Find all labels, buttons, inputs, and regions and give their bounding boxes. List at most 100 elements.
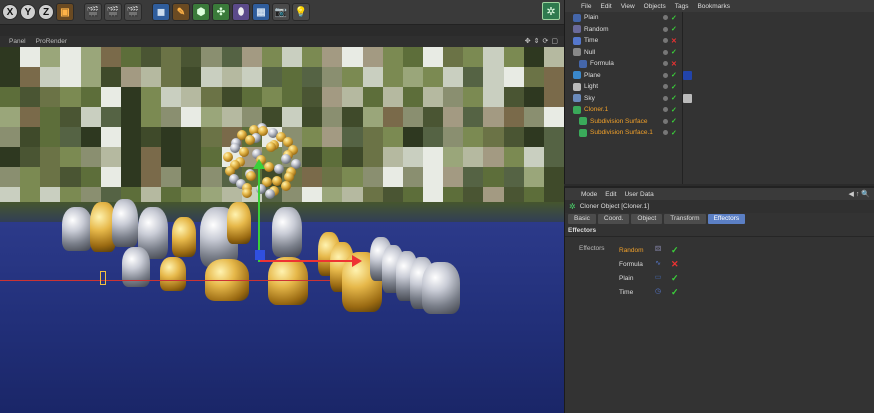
object-row-label: Plane <box>584 71 601 79</box>
pen-icon[interactable]: ✎ <box>172 3 190 21</box>
move-view-icon[interactable]: ✥ <box>525 37 531 45</box>
rotate-view-icon[interactable]: ⟳ <box>543 37 549 45</box>
enabled-check-icon[interactable]: ✓ <box>671 83 677 91</box>
visibility-dot-icon[interactable] <box>663 49 668 55</box>
effectors-list[interactable]: Random ⚄ ✓ Formula ∿ ✕ Plain ▭ ✓ Time ◷ ✓ <box>619 243 819 303</box>
am-menu-user-data[interactable]: User Data <box>624 191 653 198</box>
cloned-sphere <box>274 163 285 174</box>
object-row[interactable]: Cloner.1 ✓ <box>565 104 874 116</box>
am-menu-mode[interactable]: Mode <box>581 191 597 198</box>
visibility-dot-icon[interactable] <box>663 72 668 78</box>
tab-basic[interactable]: Basic <box>568 214 596 224</box>
zoom-view-icon[interactable]: ⇕ <box>534 37 540 45</box>
effector-enabled-check-icon[interactable]: ✓ <box>671 245 679 256</box>
effector-enabled-check-icon[interactable]: ✓ <box>671 287 679 298</box>
object-row[interactable]: Time ✕ <box>565 35 874 47</box>
deformer-icon[interactable]: ⬮ <box>232 3 250 21</box>
x-axis-toggle-button[interactable]: X <box>2 4 18 20</box>
effector-row[interactable]: Formula ∿ ✕ <box>619 257 819 271</box>
enabled-check-icon[interactable]: ✓ <box>671 117 677 125</box>
object-type-icon <box>573 105 581 114</box>
panel-menu[interactable]: Panel <box>9 38 26 45</box>
object-type-icon <box>579 128 587 137</box>
y-axis-arrow-icon[interactable] <box>253 159 265 169</box>
object-row[interactable]: Light ✓ <box>565 81 874 93</box>
object-row[interactable]: Formula ✕ <box>565 58 874 70</box>
effector-row[interactable]: Time ◷ ✓ <box>619 285 819 299</box>
om-menu-edit[interactable]: Edit <box>600 3 611 10</box>
effector-row[interactable]: Plain ▭ ✓ <box>619 271 819 285</box>
effector-enabled-check-icon[interactable]: ✓ <box>671 273 679 284</box>
object-row[interactable]: Sky ✓ <box>565 93 874 105</box>
object-row[interactable]: Subdivision Surface.1 ✓ <box>565 127 874 139</box>
visibility-dot-icon[interactable] <box>663 38 668 44</box>
y-axis-toggle-button[interactable]: Y <box>20 4 36 20</box>
render-picture-queue-icon[interactable]: 🎬 <box>104 3 122 21</box>
tab-object[interactable]: Object <box>631 214 663 224</box>
enabled-check-icon[interactable]: ✓ <box>671 71 677 79</box>
enabled-check-icon[interactable]: ✓ <box>671 14 677 22</box>
z-axis-toggle-button[interactable]: Z <box>38 4 54 20</box>
render-view-icon[interactable]: 🎬 <box>84 3 102 21</box>
om-menu-view[interactable]: View <box>621 3 635 10</box>
back-forward-arrows-icon[interactable]: ◀ ↑ 🔍 <box>849 190 871 198</box>
visibility-dot-icon[interactable] <box>663 95 668 101</box>
tab-effectors[interactable]: Effectors <box>707 214 746 224</box>
x-axis-gizmo[interactable] <box>260 260 355 262</box>
cloner-icon: ✲ <box>569 202 576 211</box>
y-axis-gizmo[interactable] <box>258 167 260 262</box>
render-settings-icon[interactable]: 🎬 <box>124 3 142 21</box>
floor-icon[interactable]: ▦ <box>252 3 270 21</box>
cube-icon[interactable]: ◼ <box>152 3 170 21</box>
light-icon[interactable]: 💡 <box>292 3 310 21</box>
camera-icon[interactable]: 📷 <box>272 3 290 21</box>
material-tag-icon[interactable] <box>683 70 692 80</box>
enabled-check-icon[interactable]: ✓ <box>671 129 677 137</box>
z-axis-handle[interactable] <box>255 250 265 260</box>
tab-transform[interactable]: Transform <box>664 214 706 224</box>
effectors-section-heading: Effectors <box>565 225 874 237</box>
visibility-dot-icon[interactable] <box>663 26 668 32</box>
enabled-check-icon[interactable]: ✓ <box>671 94 677 102</box>
disabled-x-icon[interactable]: ✕ <box>671 37 677 45</box>
material-tag-icon[interactable] <box>683 93 692 103</box>
object-row[interactable]: Subdivision Surface ✓ <box>565 116 874 128</box>
coordinate-system-icon[interactable]: ▣ <box>56 3 74 21</box>
cinema-logo-icon[interactable]: ✲ <box>542 2 560 20</box>
effector-disabled-x-icon[interactable]: ✕ <box>671 259 679 270</box>
om-menu-tags[interactable]: Tags <box>675 3 689 10</box>
light-gizmo-icon[interactable] <box>100 271 106 285</box>
object-manager-panel: File Edit View Objects Tags Bookmarks Pl… <box>564 0 874 184</box>
am-menu-edit[interactable]: Edit <box>605 191 616 198</box>
visibility-dot-icon[interactable] <box>663 130 668 136</box>
visibility-dot-icon[interactable] <box>663 118 668 124</box>
om-menu-bookmarks[interactable]: Bookmarks <box>697 3 730 10</box>
cloned-sphere <box>242 187 253 198</box>
visibility-dot-icon[interactable] <box>663 84 668 90</box>
effector-row[interactable]: Random ⚄ ✓ <box>619 243 819 257</box>
visibility-dot-icon[interactable] <box>663 61 668 67</box>
object-row[interactable]: Random ✓ <box>565 24 874 36</box>
toggle-view-icon[interactable]: ▢ <box>551 37 558 45</box>
object-row[interactable]: Plane ✓ <box>565 70 874 82</box>
object-row-label: Light <box>584 83 599 91</box>
object-row[interactable]: Null ✓ <box>565 47 874 59</box>
disabled-x-icon[interactable]: ✕ <box>671 60 677 68</box>
enabled-check-icon[interactable]: ✓ <box>671 25 677 33</box>
object-row[interactable]: Plain ✓ <box>565 12 874 24</box>
enabled-check-icon[interactable]: ✓ <box>671 106 677 114</box>
viewport-menu-bar: Panel ProRender ✥ ⇕ ⟳ ▢ <box>0 36 564 47</box>
array-icon[interactable]: ✣ <box>212 3 230 21</box>
x-axis-arrow-icon[interactable] <box>352 255 362 267</box>
tab-coord[interactable]: Coord. <box>597 214 630 224</box>
visibility-dot-icon[interactable] <box>663 107 668 113</box>
subdivision-icon[interactable]: ⬢ <box>192 3 210 21</box>
om-menu-file[interactable]: File <box>581 3 591 10</box>
visibility-dot-icon[interactable] <box>663 15 668 21</box>
om-menu-objects[interactable]: Objects <box>644 3 666 10</box>
prorender-menu[interactable]: ProRender <box>36 38 67 45</box>
3d-viewport[interactable] <box>0 47 564 413</box>
object-flags: ✓ <box>663 83 677 91</box>
cloned-figurine <box>62 207 92 251</box>
enabled-check-icon[interactable]: ✓ <box>671 48 677 56</box>
